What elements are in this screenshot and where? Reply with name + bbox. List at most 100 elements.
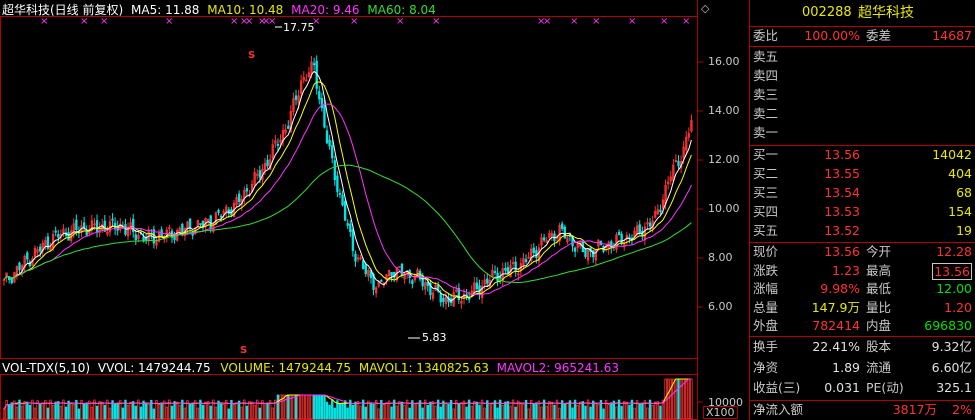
volume-bar	[232, 403, 236, 420]
volume-bar	[496, 407, 499, 420]
stat-value: 147.9万	[811, 299, 860, 315]
candle-body	[245, 188, 249, 192]
stat-label: 最低	[866, 281, 892, 297]
volume-bar	[188, 403, 192, 420]
volume-bar	[659, 405, 662, 420]
volume-bar	[475, 401, 479, 420]
fundamental-label: PE(动)	[866, 380, 904, 395]
volume-bar	[602, 408, 605, 420]
volume-bar	[248, 401, 251, 420]
candle-body	[67, 232, 70, 241]
volume-bar	[473, 401, 476, 420]
quote-panel: 002288 超华科技 委比 100.00% 委差 14687 卖五 卖四 卖三 卖二…	[749, 0, 975, 420]
candlestick-plot[interactable]: × × × × × ×× ××× × × × × ×× × × × × ×	[0, 0, 749, 420]
divider	[750, 46, 975, 47]
stat-value: 13.56	[824, 244, 860, 259]
vvol-label: VVOL: 1479244.75	[97, 361, 211, 375]
volume-bar	[312, 394, 316, 420]
volume-bar	[129, 401, 132, 420]
volume-bar	[444, 402, 448, 420]
price-axis-tick: 10.00	[708, 202, 740, 215]
bid-row: 买三 13.54 68	[750, 184, 975, 202]
volume-bar	[315, 394, 318, 420]
volume-bar	[685, 378, 688, 420]
stat-value: 696830	[924, 318, 972, 334]
ask-row: 卖五	[750, 48, 975, 66]
event-marker: ×	[682, 16, 690, 27]
candle-body	[333, 160, 336, 181]
volume-header: VOL-TDX(5,10) VVOL: 1479244.75 VOLUME: 1…	[2, 361, 619, 375]
candle-body	[346, 223, 349, 226]
candle-body	[493, 271, 497, 273]
candle-body	[328, 139, 331, 147]
candle-body	[677, 160, 680, 167]
volume-bar	[26, 401, 29, 420]
volume-bar	[116, 403, 119, 420]
volume-bar	[95, 405, 99, 420]
volume-bar	[566, 403, 569, 420]
volume-bar	[390, 406, 393, 420]
volume-bar	[2, 408, 6, 420]
event-marker: ×	[80, 16, 88, 27]
fundamental-value: 325.1	[936, 380, 972, 395]
volume-bar	[144, 402, 148, 420]
volume-bar	[522, 403, 525, 420]
volume-bar	[628, 404, 631, 420]
volume-bar	[72, 403, 75, 420]
candle-body	[219, 215, 223, 218]
volume-bar	[550, 401, 554, 420]
volume-bar	[408, 407, 411, 420]
volume-bar	[15, 406, 19, 420]
stat-label: 总量	[753, 299, 779, 315]
bid-volume: 404	[948, 166, 972, 181]
volume-bar	[429, 401, 432, 420]
volume-bar	[623, 401, 626, 420]
candle-body	[287, 125, 290, 129]
volume-bar	[170, 405, 174, 420]
volume-bar	[548, 401, 551, 420]
volume-bar	[64, 406, 68, 420]
event-marker: ×	[570, 16, 578, 27]
candle-body	[57, 234, 60, 238]
volume-bar	[235, 402, 238, 420]
candle-body	[400, 263, 404, 276]
chart-settings-icon[interactable]: ◇	[701, 2, 709, 16]
candle-body	[266, 159, 269, 167]
stat-row: 现价 13.56 今开 12.28	[750, 243, 975, 261]
candle-body	[442, 297, 445, 302]
volume-bar	[615, 406, 618, 420]
candle-body	[478, 285, 481, 295]
volume-bar	[346, 407, 349, 420]
event-marker: ×	[100, 16, 108, 27]
stock-header: 002288 超华科技	[750, 4, 975, 22]
ask-label: 卖四	[753, 68, 779, 83]
fundamental-value: 1.89	[832, 359, 860, 375]
volume-bar	[351, 404, 355, 420]
volume-bar	[305, 394, 308, 420]
candle-body	[312, 63, 316, 66]
volume-bar	[354, 401, 357, 420]
kline-chart[interactable]: × × × × × × × × × × × × × × × × × × × × × 超华科技(日线 前复权) MA5: …	[0, 0, 749, 420]
stat-label: 今开	[866, 244, 892, 259]
candle-body	[411, 280, 414, 284]
volume-bar	[101, 401, 104, 420]
event-marker: ×	[543, 16, 551, 27]
bid-price: 13.55	[824, 166, 860, 181]
candle-body	[95, 220, 99, 232]
low-price-label: 5.83	[422, 331, 447, 344]
volume-bar	[594, 402, 597, 420]
volume-bar	[545, 405, 548, 420]
stat-label: 最高	[866, 262, 892, 278]
volume-bar	[638, 403, 641, 420]
candle-body	[336, 175, 339, 192]
volume-bar	[292, 394, 295, 420]
volume-bar	[222, 403, 225, 420]
stat-label: 涨跌	[753, 262, 779, 278]
volume-bar	[183, 407, 187, 420]
fundamental-label: 净资	[753, 359, 779, 375]
volume-bar	[620, 405, 623, 420]
volume-bar	[147, 403, 150, 420]
bid-volume: 68	[956, 185, 972, 200]
bid-volume: 14042	[932, 147, 972, 162]
volume-bar	[553, 404, 556, 420]
